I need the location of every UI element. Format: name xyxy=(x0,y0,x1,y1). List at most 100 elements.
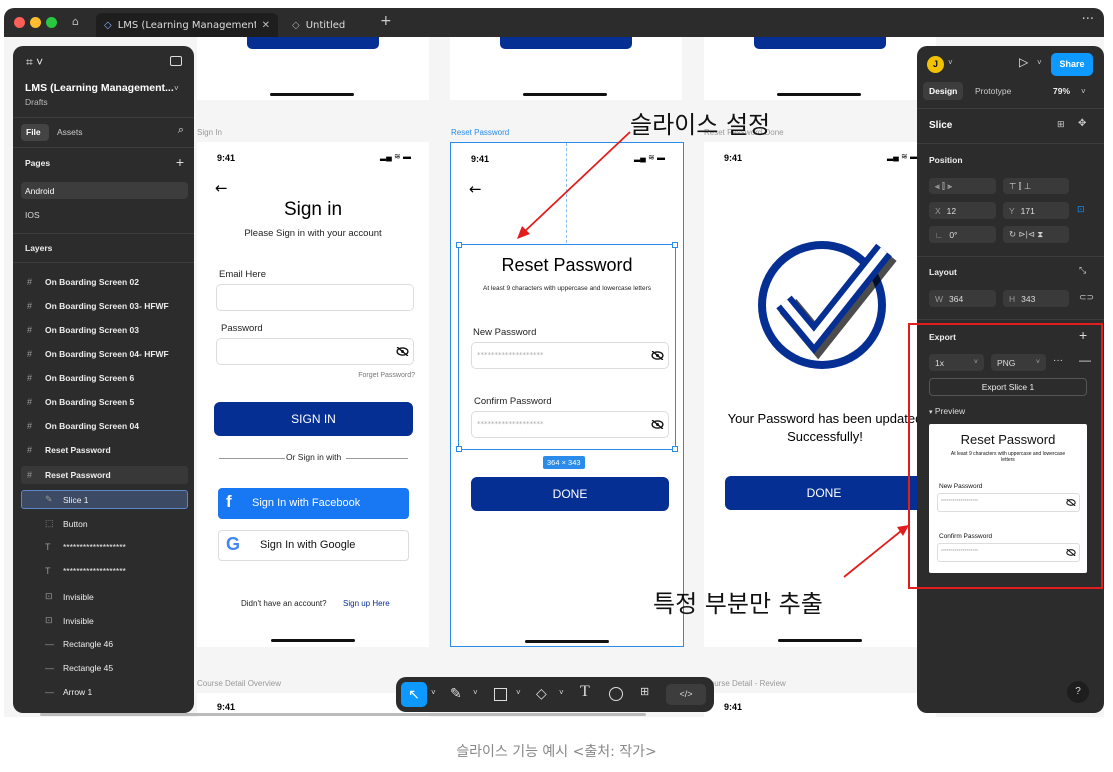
bottom-toolbar: ↖ ˅ ✎ ˅ ˅ ◇ ˅ T ⊞ </> xyxy=(396,677,714,712)
avatar[interactable]: J xyxy=(927,56,944,73)
layer-item[interactable]: # Reset Password xyxy=(27,445,111,455)
layer-child[interactable]: — Arrow 1 xyxy=(45,687,92,697)
chevron-down-icon[interactable]: ˅ xyxy=(1081,87,1086,96)
pen-tool-icon[interactable]: ✎ xyxy=(450,685,462,702)
file-location: Drafts xyxy=(25,97,48,107)
pages-heading: Pages xyxy=(25,158,51,168)
chevron-down-icon[interactable]: ˅ xyxy=(174,84,179,93)
share-button[interactable]: Share xyxy=(1051,53,1093,76)
more-icon[interactable]: ··· xyxy=(1082,12,1094,27)
minimize-window-icon[interactable] xyxy=(30,17,41,28)
layer-item[interactable]: # On Boarding Screen 02 xyxy=(27,277,139,287)
align-vertical-group[interactable]: ⊤ ⫿ ⊥ xyxy=(1003,178,1069,194)
x-field[interactable]: X 12 xyxy=(929,202,996,219)
present-icon[interactable]: ▷ xyxy=(1019,55,1028,69)
layer-child[interactable]: ⊡ Invisible xyxy=(45,615,94,626)
frame-tool-icon[interactable]: ◇ xyxy=(536,685,547,702)
layer-label: ******************* xyxy=(63,566,126,576)
layer-child[interactable]: ✎ Slice 1 xyxy=(45,494,89,505)
chevron-down-icon[interactable]: ˅ xyxy=(1037,58,1042,67)
component-icon[interactable]: ✥ xyxy=(1078,118,1086,129)
browser-tab-bar: ⌂ ◇ LMS (Learning Management Syst ✕ ◇ Un… xyxy=(4,8,1104,37)
move-tool-icon[interactable]: ↖ xyxy=(401,682,427,707)
tab-assets[interactable]: Assets xyxy=(57,127,83,137)
frame-icon: # xyxy=(27,325,33,335)
chevron-down-icon[interactable]: ˅ xyxy=(473,688,478,697)
y-label: Y xyxy=(1009,205,1015,216)
actions-icon[interactable]: ⊞ xyxy=(640,685,649,698)
layer-child[interactable]: — Rectangle 45 xyxy=(45,663,113,673)
layer-label: Button xyxy=(63,518,88,529)
chevron-down-icon[interactable]: ˅ xyxy=(948,58,953,67)
help-button[interactable]: ? xyxy=(1067,681,1089,703)
y-field[interactable]: Y 171 xyxy=(1003,202,1069,219)
search-icon[interactable]: ⌕ xyxy=(178,124,184,137)
page-item-ios[interactable]: IOS xyxy=(25,210,40,220)
layer-child[interactable]: — Rectangle 46 xyxy=(45,639,113,649)
chevron-down-icon[interactable]: ˅ xyxy=(516,688,521,697)
tab-prototype[interactable]: Prototype xyxy=(975,86,1011,96)
zoom-level[interactable]: 79% xyxy=(1053,86,1070,96)
chevron-down-icon[interactable]: ˅ xyxy=(431,688,436,697)
layer-label: On Boarding Screen 04- HFWF xyxy=(45,349,169,359)
resize-icon[interactable]: ⤡ xyxy=(1079,265,1086,276)
height-field[interactable]: H 343 xyxy=(1003,290,1069,307)
page-label-android: Android xyxy=(25,186,55,196)
layer-label: Invisible xyxy=(63,591,94,602)
text-icon: T xyxy=(45,566,51,576)
tab-file[interactable]: File xyxy=(26,127,41,137)
layers-heading: Layers xyxy=(25,243,53,253)
slice-icon: ✎ xyxy=(45,494,53,504)
figma-menu-icon[interactable]: ⌗ ˅ xyxy=(26,55,43,70)
text-tool-icon[interactable]: T xyxy=(580,683,590,701)
arrow-line-icon: — xyxy=(45,687,54,697)
file-title[interactable]: LMS (Learning Management... xyxy=(25,82,174,94)
layer-label: Rectangle 45 xyxy=(63,663,114,673)
tab-untitled[interactable]: ◇ Untitled xyxy=(284,13,374,37)
layer-item[interactable]: # On Boarding Screen 03- HFWF xyxy=(27,301,169,311)
layer-item[interactable]: # On Boarding Screen 03 xyxy=(27,325,139,335)
toggle-sidebar-icon[interactable] xyxy=(170,56,182,66)
frame-icon: # xyxy=(27,445,33,455)
close-window-icon[interactable] xyxy=(14,17,25,28)
home-icon[interactable]: ⌂ xyxy=(72,15,79,28)
width-field[interactable]: W 364 xyxy=(929,290,996,307)
frame-icon: # xyxy=(27,470,33,480)
lock-ratio-icon[interactable]: ⊂⊃ xyxy=(1079,292,1094,303)
rotation-field[interactable]: ∟ 0° xyxy=(929,226,996,243)
layer-label: On Boarding Screen 03- HFWF xyxy=(45,301,169,311)
frame-icon: # xyxy=(27,301,33,311)
layer-item[interactable]: # On Boarding Screen 04 xyxy=(27,421,139,431)
frame-icon: # xyxy=(27,421,33,431)
dev-mode-toggle[interactable]: </> xyxy=(666,684,706,705)
layer-item[interactable]: # On Boarding Screen 5 xyxy=(27,397,134,407)
rectangle-tool-icon[interactable] xyxy=(494,688,507,701)
layer-label: Reset Password xyxy=(45,445,111,455)
tab-lms[interactable]: ◇ LMS (Learning Management Syst ✕ xyxy=(96,13,278,37)
align-horizontal-group[interactable]: ⫷ ⫿ ⫸ xyxy=(929,178,996,194)
layer-item[interactable]: # On Boarding Screen 04- HFWF xyxy=(27,349,169,359)
h-label: H xyxy=(1009,293,1016,304)
chevron-down-icon[interactable]: ˅ xyxy=(559,688,564,697)
layer-child[interactable]: T ******************* xyxy=(45,566,126,576)
layer-item-reset-selected[interactable]: # Reset Password xyxy=(27,470,111,480)
layer-label: On Boarding Screen 6 xyxy=(45,373,135,383)
layer-child[interactable]: ⊡ Invisible xyxy=(45,591,94,602)
new-tab-icon[interactable]: + xyxy=(380,13,392,29)
transform-group[interactable]: ↻ ⊳|⊲ ⧗ xyxy=(1003,226,1069,243)
figma-file-icon: ◇ xyxy=(292,19,300,31)
layer-label: On Boarding Screen 5 xyxy=(45,397,135,407)
constraints-icon[interactable]: ⊡ xyxy=(1077,204,1085,215)
layer-child[interactable]: T ******************* xyxy=(45,542,126,552)
layer-child[interactable]: ⬚ Button xyxy=(45,518,88,529)
comment-tool-icon[interactable] xyxy=(609,687,623,701)
add-page-icon[interactable]: + xyxy=(176,154,184,170)
maximize-window-icon[interactable] xyxy=(46,17,57,28)
close-tab-icon[interactable]: ✕ xyxy=(262,20,270,31)
layer-item[interactable]: # On Boarding Screen 6 xyxy=(27,373,134,383)
line-icon: — xyxy=(45,663,54,673)
layer-label: On Boarding Screen 04 xyxy=(45,421,139,431)
tab-design[interactable]: Design xyxy=(929,86,957,96)
figma-file-icon: ◇ xyxy=(104,19,112,31)
grid-icon[interactable]: ⊞ xyxy=(1057,119,1065,130)
